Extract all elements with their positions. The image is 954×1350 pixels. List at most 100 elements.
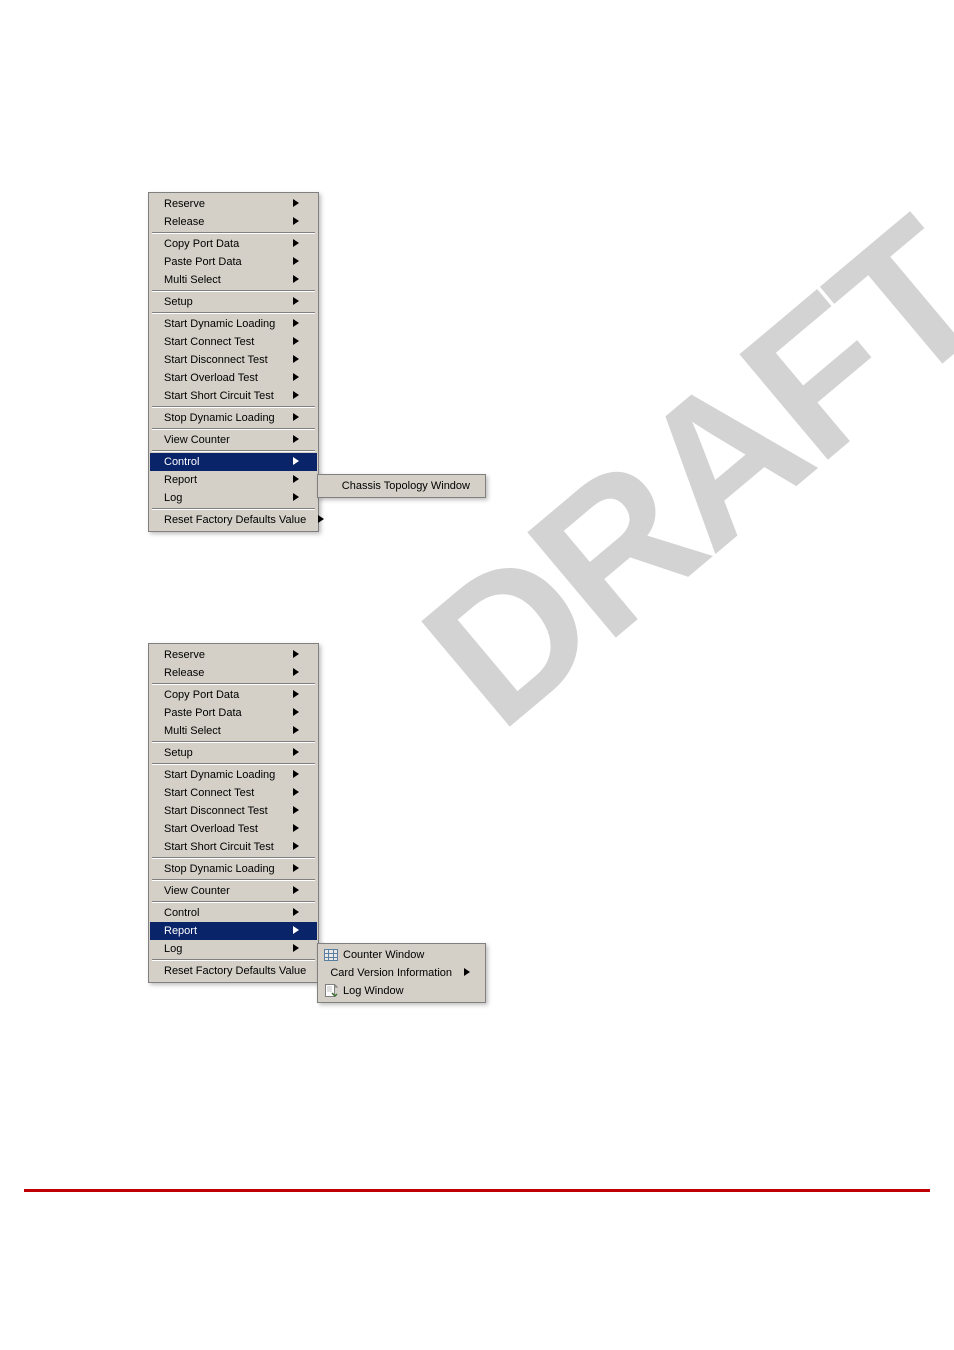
menu-item-label: Stop Dynamic Loading <box>164 412 277 424</box>
menu-item-reserve[interactable]: Reserve <box>150 195 317 213</box>
submenu-arrow-icon <box>289 649 299 661</box>
menu-item-label: Control <box>164 907 277 919</box>
menu-separator <box>152 428 315 430</box>
menu-item-label: Log <box>164 492 277 504</box>
menu-item-multi-select[interactable]: Multi Select <box>150 722 317 740</box>
menu-item-reset-factory-defaults[interactable]: Reset Factory Defaults Value <box>150 962 317 980</box>
menu-item-label: Start Connect Test <box>164 336 277 348</box>
submenu-arrow-icon <box>289 434 299 446</box>
submenu-arrow-icon <box>289 336 299 348</box>
context-menu-2: Reserve Release Copy Port Data Paste Por… <box>148 643 319 983</box>
submenu-item-label: Card Version Information <box>330 967 452 979</box>
blank-icon <box>323 965 326 981</box>
menu-item-setup[interactable]: Setup <box>150 293 317 311</box>
menu-item-reserve[interactable]: Reserve <box>150 646 317 664</box>
menu-item-label: Reset Factory Defaults Value <box>164 965 306 977</box>
menu-item-label: Release <box>164 667 277 679</box>
submenu-item-card-version-information[interactable]: Card Version Information <box>319 964 484 982</box>
control-submenu: Chassis Topology Window <box>317 474 486 498</box>
submenu-arrow-icon <box>289 863 299 875</box>
submenu-arrow-icon <box>289 274 299 286</box>
menu-item-label: Release <box>164 216 277 228</box>
menu-item-label: Start Overload Test <box>164 823 277 835</box>
menu-item-log[interactable]: Log <box>150 489 317 507</box>
footer-divider <box>24 1189 930 1192</box>
menu-item-label: Reserve <box>164 198 277 210</box>
menu-item-control[interactable]: Control <box>150 904 317 922</box>
menu-item-multi-select[interactable]: Multi Select <box>150 271 317 289</box>
menu-item-label: View Counter <box>164 434 277 446</box>
submenu-arrow-icon <box>289 296 299 308</box>
report-submenu: Counter Window Card Version Information … <box>317 943 486 1003</box>
menu-item-start-connect-test[interactable]: Start Connect Test <box>150 333 317 351</box>
menu-item-start-dynamic-loading[interactable]: Start Dynamic Loading <box>150 315 317 333</box>
menu-separator <box>152 741 315 743</box>
menu-item-start-overload-test[interactable]: Start Overload Test <box>150 369 317 387</box>
menu-item-paste-port-data[interactable]: Paste Port Data <box>150 704 317 722</box>
menu-item-label: Start Disconnect Test <box>164 805 277 817</box>
submenu-item-label: Log Window <box>343 985 470 997</box>
log-window-icon <box>323 983 339 999</box>
menu-item-label: Setup <box>164 747 277 759</box>
menu-item-label: Setup <box>164 296 277 308</box>
menu-item-start-disconnect-test[interactable]: Start Disconnect Test <box>150 351 317 369</box>
submenu-item-label: Counter Window <box>343 949 470 961</box>
menu-item-control[interactable]: Control <box>150 453 317 471</box>
menu-item-start-disconnect-test[interactable]: Start Disconnect Test <box>150 802 317 820</box>
menu-item-stop-dynamic-loading[interactable]: Stop Dynamic Loading <box>150 409 317 427</box>
submenu-item-counter-window[interactable]: Counter Window <box>319 946 484 964</box>
menu-separator <box>152 959 315 961</box>
submenu-arrow-icon <box>289 256 299 268</box>
menu-item-paste-port-data[interactable]: Paste Port Data <box>150 253 317 271</box>
menu-item-label: Start Short Circuit Test <box>164 390 277 402</box>
menu-item-report[interactable]: Report <box>150 922 317 940</box>
menu-item-label: Multi Select <box>164 274 277 286</box>
context-menu-1: Reserve Release Copy Port Data Paste Por… <box>148 192 319 532</box>
menu-item-view-counter[interactable]: View Counter <box>150 431 317 449</box>
menu-item-log[interactable]: Log <box>150 940 317 958</box>
menu-item-label: Start Overload Test <box>164 372 277 384</box>
menu-item-release[interactable]: Release <box>150 213 317 231</box>
menu-item-label: Report <box>164 925 277 937</box>
submenu-arrow-icon <box>289 318 299 330</box>
submenu-arrow-icon <box>289 805 299 817</box>
menu-item-start-overload-test[interactable]: Start Overload Test <box>150 820 317 838</box>
menu-item-view-counter[interactable]: View Counter <box>150 882 317 900</box>
submenu-arrow-icon <box>289 787 299 799</box>
menu-item-release[interactable]: Release <box>150 664 317 682</box>
submenu-arrow-icon <box>289 456 299 468</box>
menu-item-copy-port-data[interactable]: Copy Port Data <box>150 235 317 253</box>
menu-separator <box>152 879 315 881</box>
submenu-arrow-icon <box>289 667 299 679</box>
menu-item-label: Reset Factory Defaults Value <box>164 514 306 526</box>
menu-item-label: Report <box>164 474 277 486</box>
menu-item-label: Start Disconnect Test <box>164 354 277 366</box>
menu-item-label: Start Dynamic Loading <box>164 769 277 781</box>
submenu-arrow-icon <box>289 907 299 919</box>
menu-item-label: Control <box>164 456 277 468</box>
menu-item-start-dynamic-loading[interactable]: Start Dynamic Loading <box>150 766 317 784</box>
menu-item-label: Multi Select <box>164 725 277 737</box>
submenu-arrow-icon <box>289 823 299 835</box>
menu-item-label: Stop Dynamic Loading <box>164 863 277 875</box>
menu-item-stop-dynamic-loading[interactable]: Stop Dynamic Loading <box>150 860 317 878</box>
submenu-arrow-icon <box>289 198 299 210</box>
submenu-item-label: Chassis Topology Window <box>342 480 470 492</box>
submenu-item-log-window[interactable]: Log Window <box>319 982 484 1000</box>
menu-item-copy-port-data[interactable]: Copy Port Data <box>150 686 317 704</box>
menu-item-label: Paste Port Data <box>164 256 277 268</box>
submenu-arrow-icon <box>289 841 299 853</box>
menu-item-report[interactable]: Report <box>150 471 317 489</box>
menu-item-start-connect-test[interactable]: Start Connect Test <box>150 784 317 802</box>
menu-separator <box>152 312 315 314</box>
menu-item-start-short-circuit-test[interactable]: Start Short Circuit Test <box>150 387 317 405</box>
menu-item-reset-factory-defaults[interactable]: Reset Factory Defaults Value <box>150 511 317 529</box>
menu-item-label: Start Dynamic Loading <box>164 318 277 330</box>
menu-separator <box>152 683 315 685</box>
menu-separator <box>152 450 315 452</box>
submenu-arrow-icon <box>289 925 299 937</box>
menu-item-setup[interactable]: Setup <box>150 744 317 762</box>
menu-item-start-short-circuit-test[interactable]: Start Short Circuit Test <box>150 838 317 856</box>
submenu-item-chassis-topology-window[interactable]: Chassis Topology Window <box>319 477 484 495</box>
submenu-arrow-icon <box>289 354 299 366</box>
